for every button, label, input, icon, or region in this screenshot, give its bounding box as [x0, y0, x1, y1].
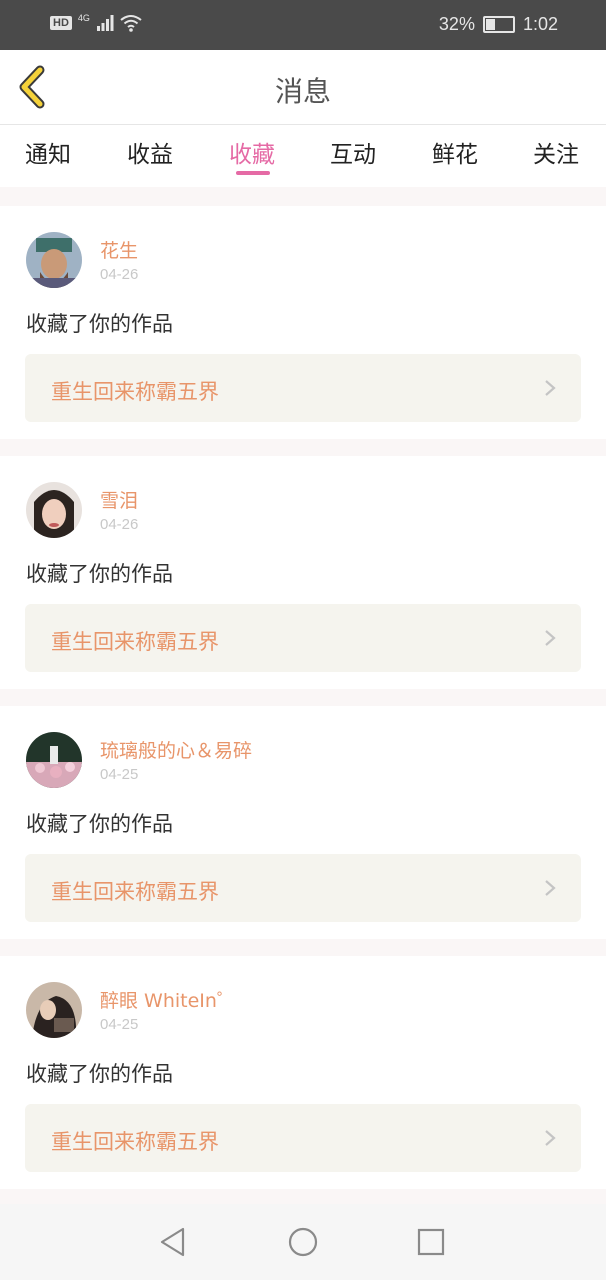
- signal-icon: [96, 15, 114, 31]
- message-card: 醉眼 WhiteIn゜ 04-25 收藏了你的作品 重生回来称霸五界: [0, 956, 606, 1189]
- system-nav-bar: [0, 1204, 606, 1280]
- message-text: 收藏了你的作品: [26, 562, 173, 586]
- work-link[interactable]: 重生回来称霸五界: [25, 354, 581, 422]
- message-text: 收藏了你的作品: [26, 1062, 173, 1086]
- avatar[interactable]: [26, 482, 82, 538]
- message-date: 04-25: [100, 1016, 139, 1033]
- active-tab-indicator: [236, 171, 270, 175]
- username[interactable]: 醉眼 WhiteIn゜: [100, 986, 236, 1013]
- tab-flowers[interactable]: 鲜花: [432, 135, 478, 169]
- chevron-right-icon: [545, 630, 556, 646]
- battery-icon: [482, 16, 515, 33]
- chevron-right-icon: [545, 1130, 556, 1146]
- tab-favorites[interactable]: 收藏: [229, 135, 275, 169]
- wifi-icon: [120, 15, 142, 32]
- network-type: 4G: [77, 13, 90, 23]
- avatar[interactable]: [26, 232, 82, 288]
- work-link[interactable]: 重生回来称霸五界: [25, 854, 581, 922]
- message-card: 花生 04-26 收藏了你的作品 重生回来称霸五界: [0, 206, 606, 439]
- work-title: 重生回来称霸五界: [51, 1130, 219, 1154]
- hd-badge: HD: [50, 16, 72, 30]
- battery-level: [485, 19, 495, 30]
- work-link[interactable]: 重生回来称霸五界: [25, 604, 581, 672]
- tab-earnings[interactable]: 收益: [127, 135, 173, 169]
- status-left: HD 4G: [50, 13, 142, 32]
- message-card: 雪泪 04-26 收藏了你的作品 重生回来称霸五界: [0, 456, 606, 689]
- avatar[interactable]: [26, 732, 82, 788]
- avatar[interactable]: [26, 982, 82, 1038]
- home-circle-icon[interactable]: [285, 1224, 321, 1260]
- message-date: 04-26: [100, 266, 139, 283]
- tab-follow[interactable]: 关注: [533, 135, 579, 169]
- recents-square-icon[interactable]: [413, 1224, 449, 1260]
- work-link[interactable]: 重生回来称霸五界: [25, 1104, 581, 1172]
- tab-interaction[interactable]: 互动: [330, 135, 376, 169]
- battery-percent: 32%: [438, 14, 475, 34]
- work-title: 重生回来称霸五界: [51, 880, 219, 904]
- username[interactable]: 雪泪: [100, 486, 138, 513]
- clock: 1:02: [522, 14, 558, 34]
- work-title: 重生回来称霸五界: [51, 630, 219, 654]
- status-right: 32% 1:02: [439, 14, 558, 35]
- username[interactable]: 琉璃般的心＆易碎: [100, 736, 252, 763]
- chevron-right-icon: [545, 380, 556, 396]
- app-header: 消息: [0, 50, 606, 125]
- work-title: 重生回来称霸五界: [51, 380, 219, 404]
- message-text: 收藏了你的作品: [26, 812, 173, 836]
- chevron-right-icon: [545, 880, 556, 896]
- tab-notice[interactable]: 通知: [25, 135, 71, 169]
- message-text: 收藏了你的作品: [26, 312, 173, 336]
- message-card: 琉璃般的心＆易碎 04-25 收藏了你的作品 重生回来称霸五界: [0, 706, 606, 939]
- tab-bar: 通知 收益 收藏 互动 鲜花 关注: [0, 125, 606, 187]
- message-date: 04-26: [100, 516, 139, 533]
- status-bar: HD 4G 32% 1:02: [0, 0, 606, 50]
- page-title: 消息: [274, 75, 331, 108]
- username[interactable]: 花生: [100, 236, 138, 263]
- back-triangle-icon[interactable]: [155, 1224, 191, 1260]
- message-date: 04-25: [100, 766, 139, 783]
